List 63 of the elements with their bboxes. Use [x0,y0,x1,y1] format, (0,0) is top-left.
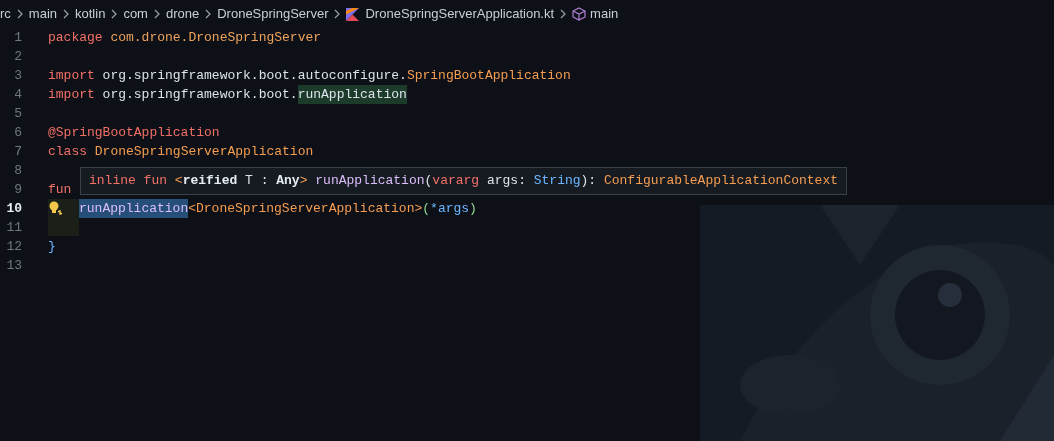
line-number: 1 [13,28,22,47]
code-token: import [48,85,95,104]
code-token: com.drone.DroneSpringServer [109,28,322,47]
cube-icon [572,7,587,21]
kotlin-file-icon [346,7,360,21]
line-number: 2 [13,47,22,66]
code-token: org.springframework.boot. [101,85,298,104]
line-number: 6 [13,123,22,142]
line-number: 12 [5,237,22,256]
signature-token: < [174,172,183,191]
lightbulb-icon[interactable] [48,200,63,216]
line-number: 4 [13,85,22,104]
code-token: runApplication [297,84,407,105]
signature-token: String [533,172,581,191]
code-token: DroneSpringServerApplication [93,142,314,161]
chevron-icon [560,9,567,19]
chevron-icon [153,9,160,19]
breadcrumb-item[interactable]: com [123,4,148,24]
code-token: *args [430,199,470,218]
line-number: 8 [13,161,22,180]
code-token: runApplication [79,198,189,219]
signature-token: runApplication [314,172,425,191]
code-token: ( [422,199,431,218]
breadcrumb-item[interactable]: drone [165,4,200,24]
code-token: class [48,142,87,161]
chevron-icon [111,9,118,19]
signature-token: args: [485,172,527,191]
signature-token: Any [276,172,300,191]
code-token: SpringBootApplication [406,66,571,85]
chevron-icon [334,9,341,19]
code-token: fun [48,180,72,199]
chevron-icon [63,9,70,19]
line-number: 10 [5,199,22,218]
breadcrumb-item[interactable]: DroneSpringServerApplication.kt [365,4,555,24]
code-token: org.springframework.boot.autoconfigure. [101,66,407,85]
code-token: @SpringBootApplication [48,123,220,142]
line-number: 5 [13,104,22,123]
breadcrumb-item[interactable]: main [28,4,58,24]
breadcrumb-item[interactable]: DroneSpringServer [217,4,329,24]
signature-token: ): [580,172,598,191]
signature-token: inline fun [89,172,168,191]
chevron-icon [16,9,23,19]
code-token: } [48,237,56,256]
code-action-highlight [48,199,79,236]
line-number: 3 [13,66,22,85]
code-token: import [48,66,95,85]
signature-token: T : [244,172,270,191]
signature-token: ConfigurableApplicationContext [603,172,838,191]
signature-token: reified [182,172,238,191]
code-token: ) [469,199,477,218]
line-number: 13 [5,256,22,275]
line-number: 9 [13,180,22,199]
breadcrumb-item[interactable]: main [590,4,619,24]
breadcrumb-item[interactable]: rc [0,4,11,24]
signature-token: > [299,172,308,191]
chevron-icon [205,9,212,19]
breadcrumb-item[interactable]: kotlin [75,4,106,24]
signature-token: ( [424,172,433,191]
code-token: package [48,28,103,47]
line-number: 11 [5,218,22,237]
signature-token: vararg [432,172,480,191]
code-token: <DroneSpringServerApplication> [188,199,423,218]
line-number: 7 [13,142,22,161]
